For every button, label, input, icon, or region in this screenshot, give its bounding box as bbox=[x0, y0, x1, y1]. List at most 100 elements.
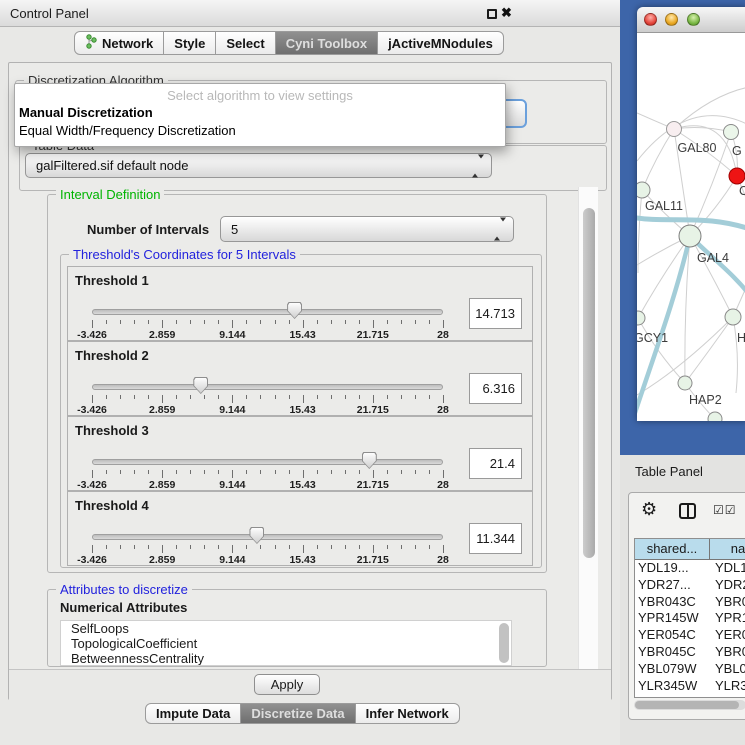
tab-impute-data[interactable]: Impute Data bbox=[145, 703, 241, 724]
network-window-titlebar[interactable] bbox=[637, 7, 745, 33]
slider-tick bbox=[373, 395, 374, 403]
tab-style[interactable]: Style bbox=[163, 31, 216, 55]
threshold-slider-track[interactable] bbox=[92, 459, 443, 465]
network-node[interactable] bbox=[679, 225, 701, 247]
threshold-slider-track[interactable] bbox=[92, 534, 443, 540]
tab-label: Select bbox=[226, 36, 264, 51]
table-row[interactable]: YDR27...YDR2 bbox=[635, 577, 745, 594]
cyni-toolbox-panel: Discretization Algorithm Select algorith… bbox=[8, 62, 612, 700]
algorithm-option[interactable]: Manual Discretization bbox=[19, 105, 153, 120]
table-row[interactable]: YDL19...YDL1 bbox=[635, 560, 745, 577]
apply-button[interactable]: Apply bbox=[254, 674, 320, 695]
network-node[interactable] bbox=[724, 125, 739, 140]
threshold-label: Threshold 4 bbox=[75, 498, 149, 513]
attribute-list-item[interactable]: BetweennessCentrality bbox=[61, 651, 511, 666]
network-node[interactable] bbox=[667, 122, 682, 137]
table-row[interactable]: YBR045CYBR0 bbox=[635, 644, 745, 661]
threshold-value-field[interactable]: 21.4 bbox=[469, 448, 522, 479]
table-row[interactable]: YPR145WYPR1 bbox=[635, 610, 745, 627]
network-node[interactable] bbox=[678, 376, 692, 390]
slider-tick bbox=[429, 470, 430, 474]
column-header[interactable]: name bbox=[710, 539, 745, 559]
threshold-value-field[interactable]: 6.316 bbox=[469, 373, 522, 404]
tab-discretize-data[interactable]: Discretize Data bbox=[240, 703, 355, 724]
network-edge bbox=[674, 128, 731, 132]
attribute-list-item[interactable]: SelfLoops bbox=[61, 621, 511, 636]
slider-tick bbox=[92, 395, 93, 403]
table-row[interactable]: YBL079WYBL0 bbox=[635, 661, 745, 678]
numerical-attributes-list[interactable]: SelfLoopsTopologicalCoefficientBetweenne… bbox=[60, 620, 512, 666]
slider-tick bbox=[303, 470, 304, 478]
threshold-slider-thumb[interactable] bbox=[249, 527, 264, 544]
table-row[interactable]: YLR345WYLR3 bbox=[635, 678, 745, 695]
algorithm-option[interactable]: Equal Width/Frequency Discretization bbox=[19, 123, 236, 138]
table-scrollbar-thumb[interactable] bbox=[635, 701, 739, 709]
threshold-slider-thumb[interactable] bbox=[193, 377, 208, 394]
node-table[interactable]: shared...nameYDL19...YDL1YDR27...YDR2YBR… bbox=[634, 538, 745, 698]
slider-tick bbox=[246, 395, 247, 399]
slider-tick bbox=[373, 545, 374, 553]
threshold-value-field[interactable]: 14.713 bbox=[469, 298, 522, 329]
float-window-icon[interactable] bbox=[487, 9, 497, 19]
network-node[interactable] bbox=[637, 182, 650, 198]
slider-tick-label: 2.859 bbox=[130, 329, 194, 341]
table-cell: YBL0 bbox=[710, 661, 745, 678]
minimize-traffic-light-icon[interactable] bbox=[665, 13, 678, 26]
threshold-label: Threshold 1 bbox=[75, 273, 149, 288]
network-node[interactable] bbox=[725, 309, 741, 325]
slider-tick bbox=[289, 470, 290, 474]
tab-select[interactable]: Select bbox=[215, 31, 275, 55]
attributes-list-scrollbar[interactable] bbox=[499, 623, 509, 663]
split-columns-icon[interactable] bbox=[679, 503, 696, 519]
network-node[interactable] bbox=[637, 311, 645, 325]
tab-label: jActiveMNodules bbox=[388, 36, 493, 51]
network-canvas[interactable]: GAL80GAL11GAL4GCY1HAP2GCH bbox=[637, 33, 745, 421]
table-horizontal-scrollbar[interactable] bbox=[634, 700, 745, 710]
threshold-slider-thumb[interactable] bbox=[287, 302, 302, 319]
tab-label: Discretize Data bbox=[251, 706, 344, 721]
network-edge-highlighted bbox=[637, 236, 690, 421]
tab-cyni-toolbox[interactable]: Cyni Toolbox bbox=[275, 31, 378, 55]
table-row[interactable]: YIL052CYIL0 bbox=[635, 694, 745, 698]
slider-tick-label: 28 bbox=[411, 479, 475, 491]
network-edge bbox=[690, 236, 733, 317]
slider-tick bbox=[260, 545, 261, 549]
slider-tick bbox=[359, 395, 360, 399]
table-row[interactable]: YER054CYER0 bbox=[635, 627, 745, 644]
threshold-slider-track[interactable] bbox=[92, 309, 443, 315]
slider-tick-label: 21.715 bbox=[341, 479, 405, 491]
tab-jactivemnodules[interactable]: jActiveMNodules bbox=[377, 31, 504, 55]
gear-icon[interactable]: ⚙ bbox=[641, 499, 657, 520]
slider-tick bbox=[345, 470, 346, 474]
slider-tick bbox=[190, 320, 191, 324]
panel-scrollbar-thumb[interactable] bbox=[583, 208, 595, 558]
number-of-intervals-combobox[interactable]: 5 bbox=[220, 216, 514, 242]
slider-tick bbox=[162, 545, 163, 553]
slider-tick bbox=[106, 320, 107, 324]
tab-network[interactable]: Network bbox=[74, 31, 164, 55]
network-view-window: GAL80GAL11GAL4GCY1HAP2GCH bbox=[637, 7, 745, 421]
table-data-group: Table Data galFiltered.sif default node bbox=[19, 145, 607, 191]
tab-infer-network[interactable]: Infer Network bbox=[355, 703, 460, 724]
threshold-slider-thumb[interactable] bbox=[362, 452, 377, 469]
close-icon[interactable]: ✖ bbox=[501, 5, 512, 21]
threshold-slider-track[interactable] bbox=[92, 384, 443, 390]
table-data-combobox[interactable]: galFiltered.sif default node bbox=[25, 153, 492, 178]
slider-tick bbox=[106, 545, 107, 549]
slider-tick bbox=[162, 470, 163, 478]
slider-tick bbox=[232, 545, 233, 553]
network-node[interactable] bbox=[729, 168, 745, 184]
table-panel-title: Table Panel bbox=[635, 464, 703, 479]
checkbox-icons[interactable]: ☑☑ bbox=[713, 503, 737, 517]
attribute-list-item[interactable]: TopologicalCoefficient bbox=[61, 636, 511, 651]
table-header-row: shared...name bbox=[635, 539, 745, 560]
network-node[interactable] bbox=[708, 412, 722, 421]
column-header[interactable]: shared... bbox=[635, 539, 710, 559]
table-cell: YDL19... bbox=[635, 560, 710, 577]
slider-tick-label: 2.859 bbox=[130, 479, 194, 491]
zoom-traffic-light-icon[interactable] bbox=[687, 13, 700, 26]
threshold-value-field[interactable]: 11.344 bbox=[469, 523, 522, 554]
close-traffic-light-icon[interactable] bbox=[644, 13, 657, 26]
table-row[interactable]: YBR043CYBR0 bbox=[635, 594, 745, 611]
panel-vertical-scrollbar[interactable] bbox=[578, 187, 598, 697]
